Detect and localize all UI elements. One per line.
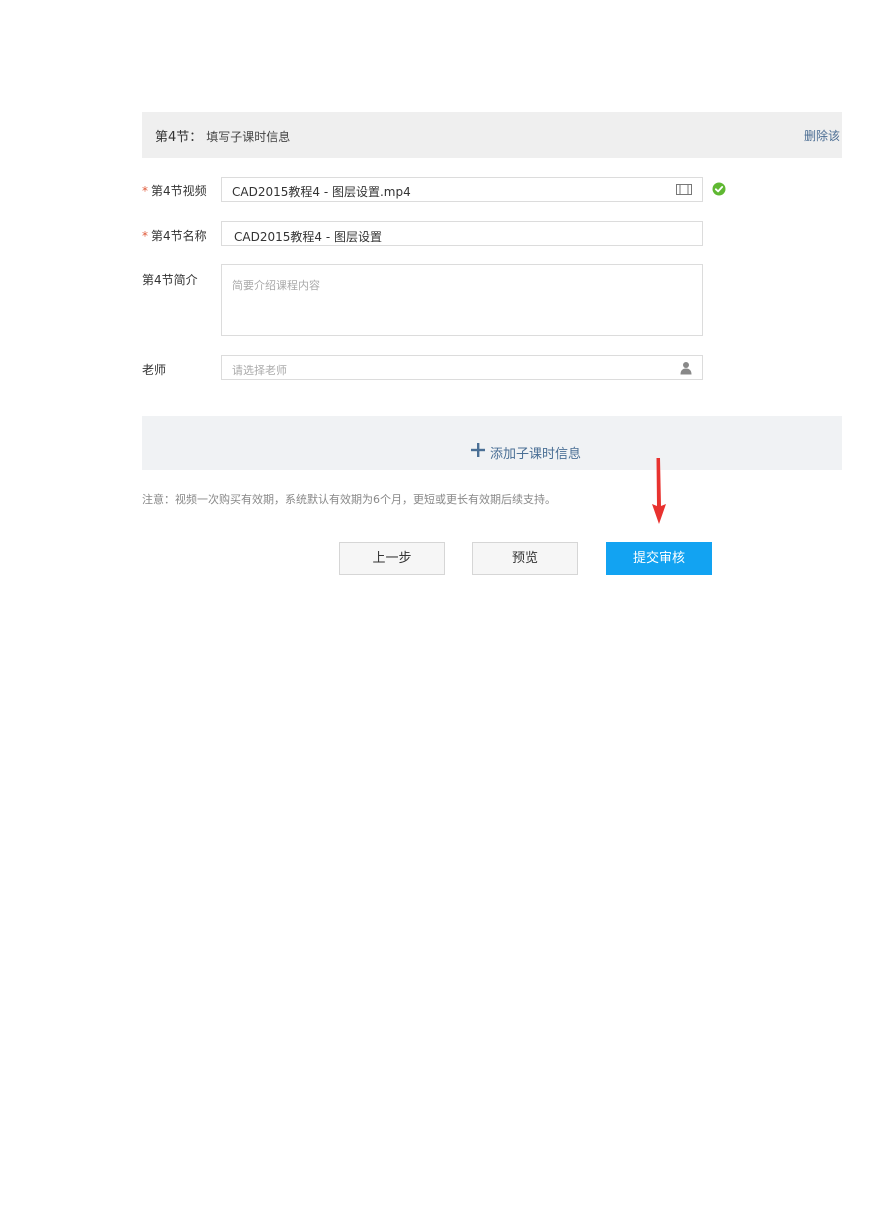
section-header: 第4节： 填写子课时信息 删除该 bbox=[142, 112, 842, 158]
intro-placeholder: 简要介绍课程内容 bbox=[232, 279, 320, 292]
plus-icon bbox=[471, 443, 485, 457]
name-field[interactable]: CAD2015教程4 - 图层设置 bbox=[221, 221, 703, 246]
preview-button[interactable]: 预览 bbox=[472, 542, 578, 575]
video-file-icon[interactable] bbox=[676, 183, 692, 196]
video-value: CAD2015教程4 - 图层设置.mp4 bbox=[232, 185, 411, 199]
intro-label: 第4节简介 bbox=[142, 273, 198, 287]
teacher-placeholder: 请选择老师 bbox=[232, 364, 287, 377]
name-value: CAD2015教程4 - 图层设置 bbox=[234, 230, 382, 244]
name-label: * 第4节名称 bbox=[142, 227, 207, 244]
add-subsection-label: 添加子课时信息 bbox=[490, 447, 582, 462]
check-circle-icon bbox=[712, 182, 726, 196]
notice-text: 注意：视频一次购买有效期，系统默认有效期为6个月，更短或更长有效期后续支持。 bbox=[142, 493, 556, 506]
person-icon bbox=[680, 362, 692, 375]
teacher-select[interactable]: 请选择老师 bbox=[221, 355, 703, 380]
delete-section-link[interactable]: 删除该 bbox=[804, 127, 840, 144]
section-title: 第4节： 填写子课时信息 bbox=[155, 126, 290, 145]
add-subsection-bar[interactable]: 添加子课时信息 bbox=[142, 416, 842, 470]
intro-textarea[interactable]: 简要介绍课程内容 bbox=[221, 264, 703, 336]
video-field[interactable]: CAD2015教程4 - 图层设置.mp4 bbox=[221, 177, 703, 202]
name-label-text: 第4节名称 bbox=[151, 229, 207, 243]
video-label-text: 第4节视频 bbox=[151, 184, 207, 198]
annotation-arrow-icon bbox=[652, 458, 666, 524]
section-number: 第4节： bbox=[155, 130, 203, 145]
required-mark: * bbox=[142, 184, 148, 198]
section-subtitle: 填写子课时信息 bbox=[206, 130, 291, 144]
prev-step-button[interactable]: 上一步 bbox=[339, 542, 445, 575]
video-label: * 第4节视频 bbox=[142, 182, 207, 199]
required-mark: * bbox=[142, 229, 148, 243]
submit-review-button[interactable]: 提交审核 bbox=[606, 542, 712, 575]
teacher-label: 老师 bbox=[142, 363, 167, 377]
